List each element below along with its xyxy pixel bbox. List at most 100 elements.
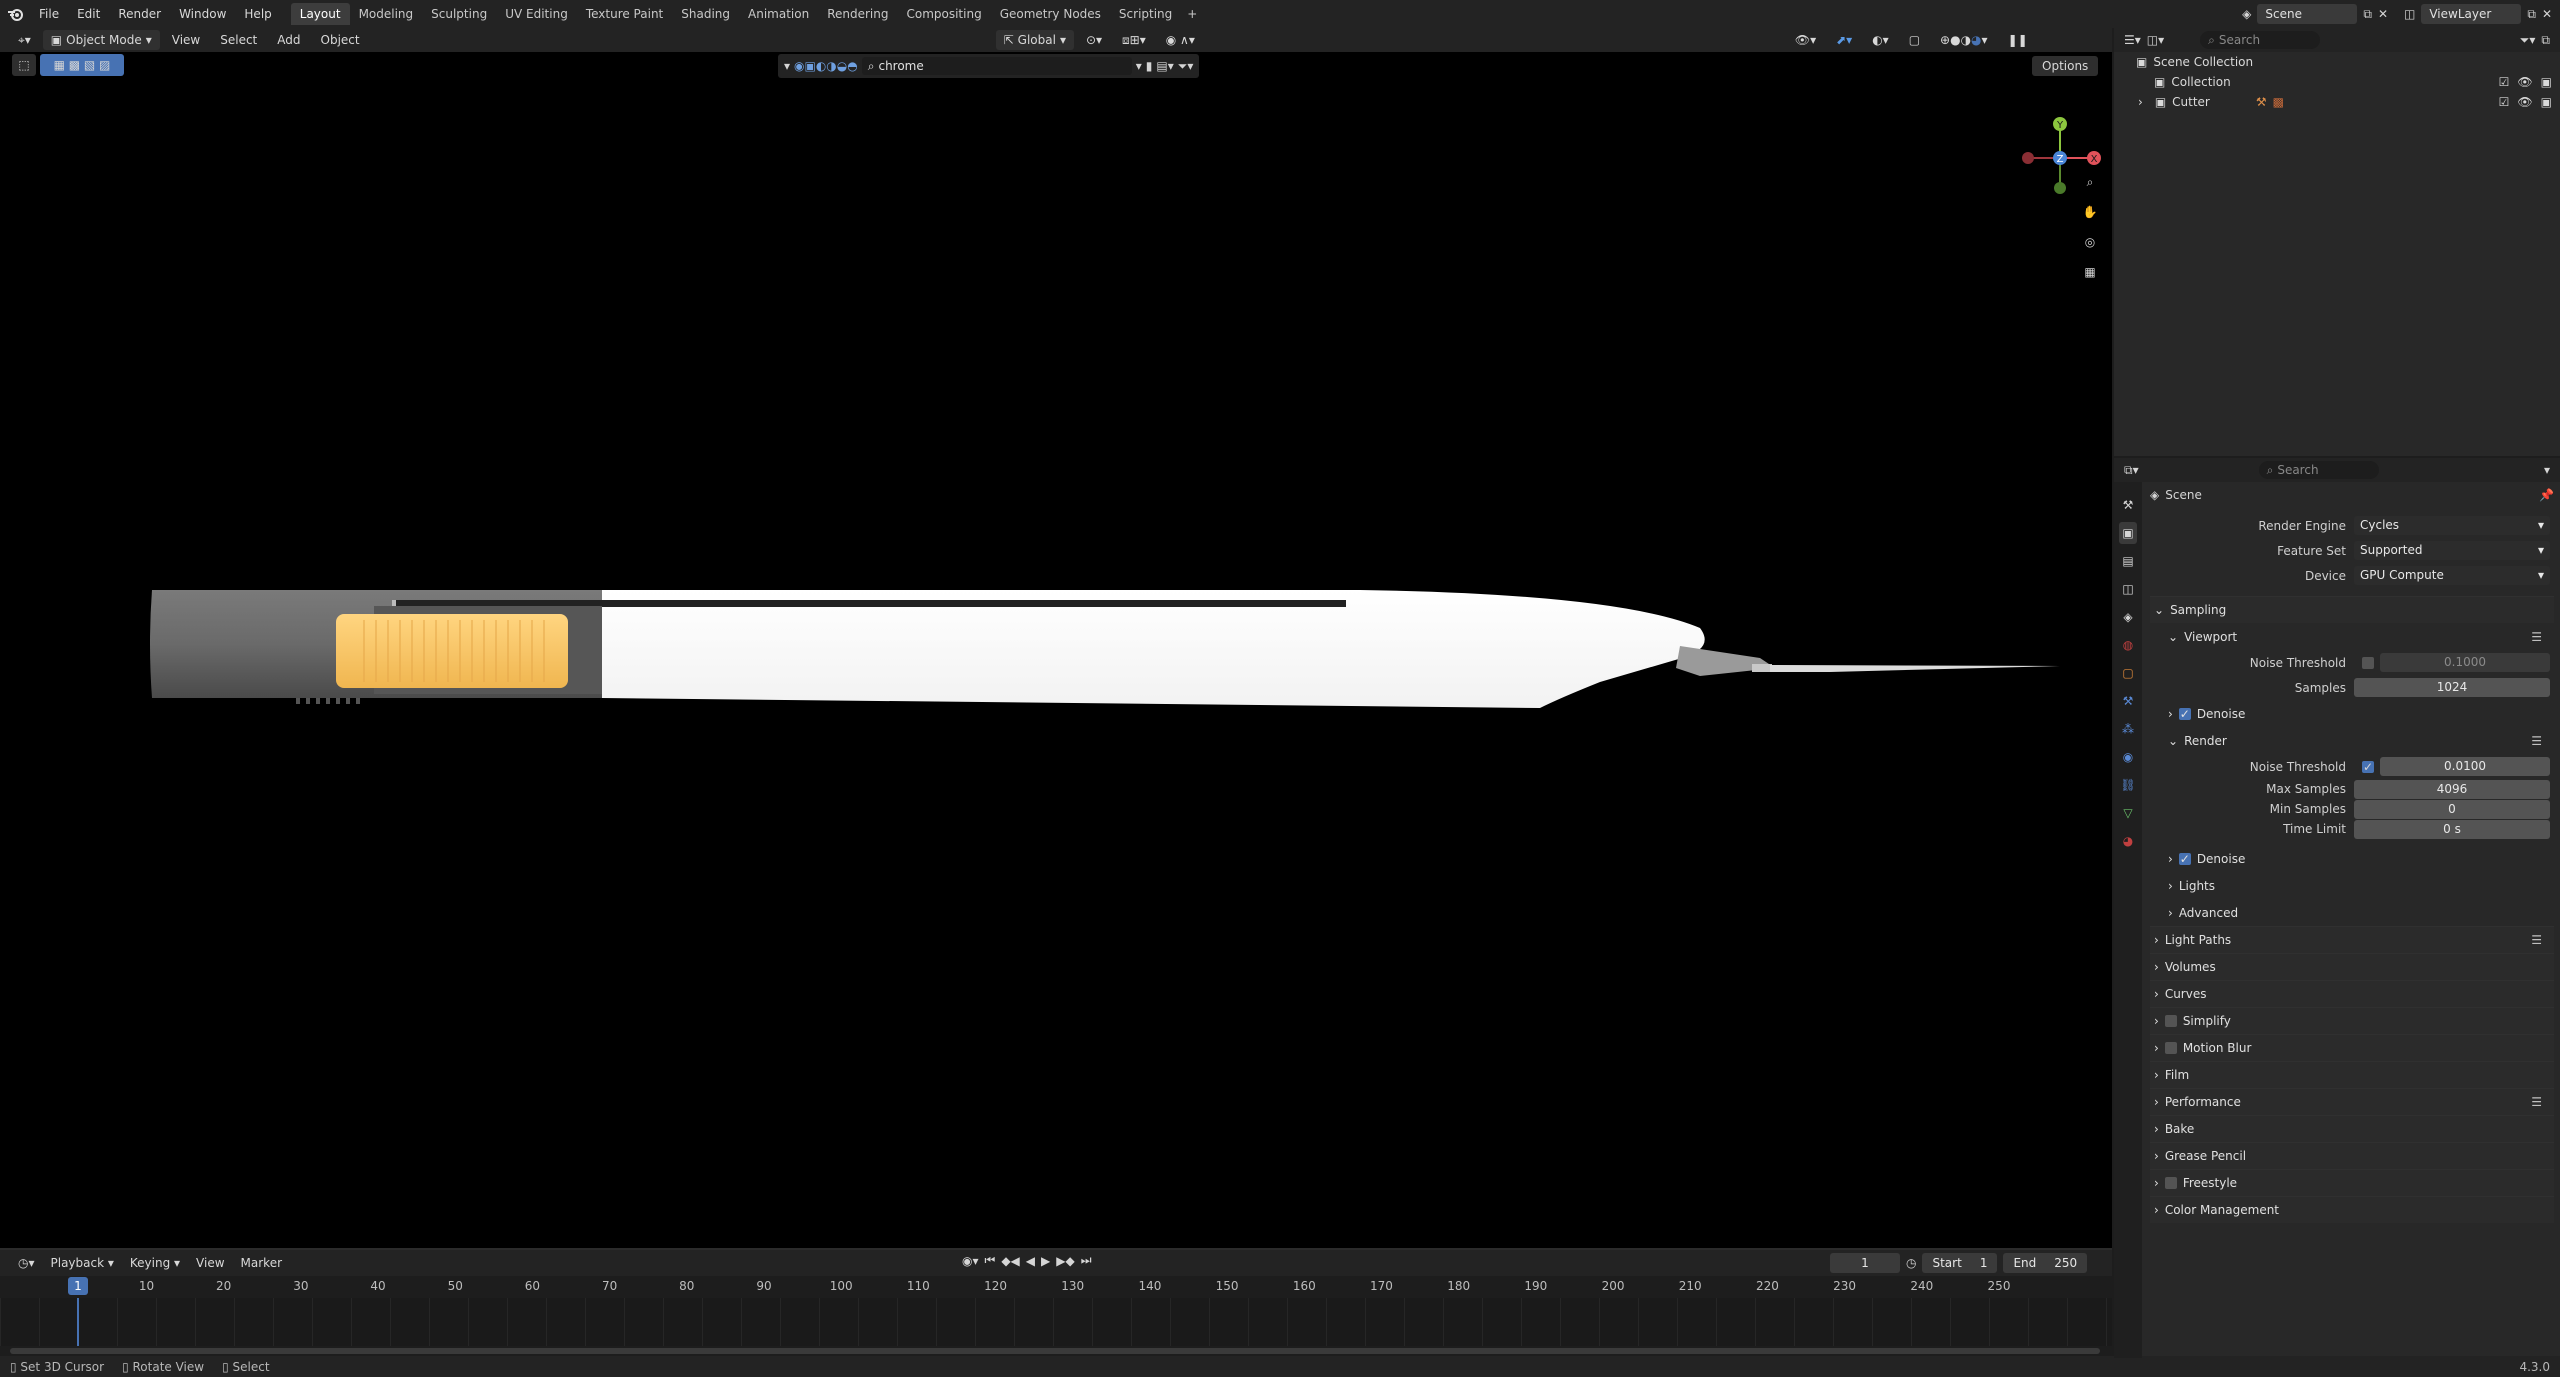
panel-grease-pencil[interactable]: › Grease Pencil: [2150, 1142, 2554, 1169]
blender-logo-icon[interactable]: [0, 0, 30, 28]
gizmo-toggle-icon[interactable]: ⬈▾: [1828, 30, 1860, 50]
data-tab-icon[interactable]: ▽: [2119, 802, 2137, 824]
pin-icon[interactable]: 📌: [2539, 488, 2554, 502]
3d-viewport[interactable]: ⌖▾ ▣ Object Mode ▾ View Select Add Object …: [0, 28, 2112, 1248]
chevron-down-icon[interactable]: ▾: [784, 59, 790, 73]
list-icon[interactable]: ☰: [2531, 630, 2542, 644]
view-layer-tab-icon[interactable]: ◫: [2119, 578, 2137, 600]
time-limit-field[interactable]: 0 s: [2354, 819, 2550, 839]
panel-viewport[interactable]: ⌄ Viewport ☰: [2150, 623, 2554, 650]
record-icon[interactable]: ◉▾: [962, 1254, 979, 1268]
max-samples-field[interactable]: 4096: [2354, 779, 2550, 799]
outliner-search-input[interactable]: ⌕ Search: [2200, 31, 2321, 49]
panel-sampling[interactable]: ⌄ Sampling: [2150, 596, 2554, 623]
editor-type-icon[interactable]: ⌖▾: [10, 30, 39, 50]
xray-icon[interactable]: ▢: [1901, 30, 1928, 50]
menu-add[interactable]: Add: [269, 30, 308, 50]
panel-light-paths[interactable]: › Light Paths ☰: [2150, 926, 2554, 953]
playhead[interactable]: [77, 1298, 79, 1346]
bookmark-icon[interactable]: ▮: [1146, 59, 1153, 73]
eye-icon[interactable]: 👁: [2517, 75, 2532, 89]
tab-rendering[interactable]: Rendering: [818, 3, 897, 25]
view-layer-icon[interactable]: ◫: [2404, 7, 2415, 21]
panel-color-management[interactable]: › Color Management: [2150, 1196, 2554, 1223]
outliner-row-scene-collection[interactable]: ▣ Scene Collection: [2114, 52, 2560, 72]
menu-file[interactable]: File: [30, 0, 68, 28]
outliner-row-cutter[interactable]: › ▣ Cutter ⚒ ▩ ☑ 👁 ▣: [2114, 92, 2560, 112]
eye-icon[interactable]: 👁: [2517, 95, 2532, 109]
menu-marker[interactable]: Marker: [233, 1253, 290, 1273]
menu-edit[interactable]: Edit: [68, 0, 109, 28]
chevron-down-icon[interactable]: ▾: [1136, 59, 1142, 73]
physics-tab-icon[interactable]: ◉: [2119, 746, 2137, 768]
vp-denoise-checkbox[interactable]: ✓: [2178, 707, 2191, 721]
menu-playback[interactable]: Playback ▾: [43, 1253, 122, 1273]
camera-icon[interactable]: ▣: [2541, 95, 2552, 109]
panel-simplify[interactable]: › Simplify: [2150, 1007, 2554, 1034]
panel-vp-denoise[interactable]: › ✓ Denoise: [2150, 700, 2554, 727]
list-icon[interactable]: ☰: [2531, 1095, 2542, 1109]
scene-field[interactable]: Scene: [2257, 4, 2358, 24]
material-tab-icon[interactable]: ◕: [2119, 830, 2137, 852]
particles-tab-icon[interactable]: ⁂: [2119, 718, 2137, 740]
r-noise-field[interactable]: 0.0100: [2380, 757, 2550, 776]
transform-orientation-dropdown[interactable]: ⇱ Global ▾: [995, 30, 1074, 50]
freestyle-checkbox[interactable]: [2164, 1177, 2177, 1189]
menu-object[interactable]: Object: [313, 30, 368, 50]
checkbox-icon[interactable]: ☑: [2499, 95, 2510, 109]
simplify-checkbox[interactable]: [2164, 1015, 2177, 1027]
panel-volumes[interactable]: › Volumes: [2150, 953, 2554, 980]
display-mode-icon[interactable]: ◫▾: [2147, 33, 2164, 47]
panel-lights[interactable]: › Lights: [2150, 872, 2554, 899]
end-frame-field[interactable]: End 250: [2003, 1253, 2088, 1273]
pan-hand-icon[interactable]: ✋: [2078, 200, 2102, 224]
editor-type-icon[interactable]: ⧉▾: [2124, 463, 2139, 478]
tab-compositing[interactable]: Compositing: [897, 3, 990, 25]
world-tab-icon[interactable]: ◍: [2119, 634, 2137, 656]
timeline-scrollbar[interactable]: [10, 1348, 2100, 1354]
panel-performance[interactable]: › Performance ☰: [2150, 1088, 2554, 1115]
panel-curves[interactable]: › Curves: [2150, 980, 2554, 1007]
proportional-edit-icon[interactable]: ◉ ∧▾: [1158, 30, 1203, 50]
collection-filter-icon[interactable]: ▤▾: [1156, 59, 1173, 73]
panel-advanced[interactable]: › Advanced: [2150, 899, 2554, 926]
clock-icon[interactable]: ◷▾: [10, 1253, 43, 1273]
panel-motion-blur[interactable]: › Motion Blur: [2150, 1034, 2554, 1061]
overlays-icon[interactable]: ◐▾: [1864, 30, 1897, 50]
start-frame-field[interactable]: Start 1: [1922, 1253, 1998, 1273]
render-tab-icon[interactable]: ▣: [2119, 522, 2137, 544]
menu-view[interactable]: View: [188, 1253, 232, 1273]
current-frame-field[interactable]: 1: [1830, 1253, 1900, 1273]
tool-tab-icon[interactable]: ⚒: [2119, 494, 2137, 516]
tab-uv-editing[interactable]: UV Editing: [496, 3, 577, 25]
jump-end-icon[interactable]: ⏭: [1081, 1253, 1092, 1268]
constraints-tab-icon[interactable]: ⛓: [2119, 774, 2137, 796]
scene-tab-icon[interactable]: ◈: [2119, 606, 2137, 628]
camera-view-icon[interactable]: ◎: [2078, 230, 2102, 254]
panel-bake[interactable]: › Bake: [2150, 1115, 2554, 1142]
jump-start-icon[interactable]: ⏮: [985, 1253, 996, 1268]
delete-scene-icon[interactable]: ✕: [2378, 7, 2388, 21]
checkbox-icon[interactable]: ☑: [2499, 75, 2510, 89]
panel-freestyle[interactable]: › Freestyle: [2150, 1169, 2554, 1196]
vp-samples-field[interactable]: 1024: [2354, 678, 2550, 697]
scene-icon[interactable]: ◈: [2242, 7, 2251, 21]
r-noise-checkbox[interactable]: ✓: [2362, 760, 2374, 774]
snap-icon[interactable]: ⧈⊞▾: [1114, 30, 1154, 50]
chevron-right-icon[interactable]: ›: [2138, 95, 2143, 109]
visibility-icon[interactable]: 👁▾: [1787, 30, 1824, 50]
menu-render[interactable]: Render: [109, 0, 170, 28]
tab-modeling[interactable]: Modeling: [350, 3, 423, 25]
panel-render[interactable]: ⌄ Render ☰: [2150, 727, 2554, 754]
mode-dropdown[interactable]: ▣ Object Mode ▾: [42, 30, 160, 50]
r-denoise-checkbox[interactable]: ✓: [2178, 852, 2191, 866]
modifier-tab-icon[interactable]: ⚒: [2119, 690, 2137, 712]
filter-search-input[interactable]: ⌕ chrome: [861, 57, 1132, 75]
feature-set-dropdown[interactable]: Supported ▾: [2354, 541, 2550, 560]
timeline-track-area[interactable]: [0, 1298, 2112, 1346]
new-scene-icon[interactable]: ⧉: [2363, 7, 2372, 22]
play-reverse-icon[interactable]: ◀: [1026, 1254, 1035, 1268]
tab-layout[interactable]: Layout: [290, 3, 350, 25]
new-view-layer-icon[interactable]: ⧉: [2527, 7, 2536, 22]
tab-sculpting[interactable]: Sculpting: [422, 3, 496, 25]
